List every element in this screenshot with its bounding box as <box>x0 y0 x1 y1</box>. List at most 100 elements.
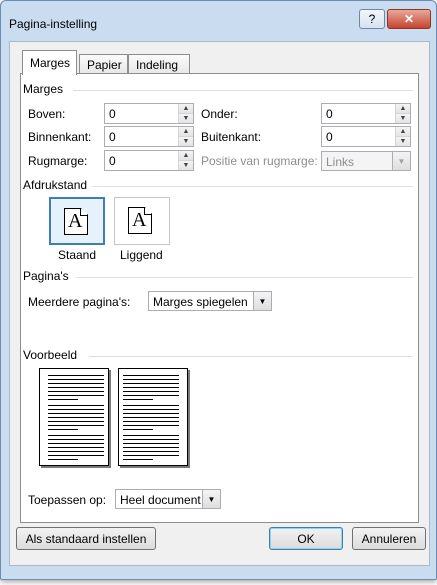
label-outside: Buitenkant: <box>201 130 262 144</box>
preview-text-line <box>123 459 153 460</box>
help-icon: ? <box>368 12 376 26</box>
outside-margin-spinner[interactable]: 0 ▲ ▼ <box>321 126 411 147</box>
preview-text-line <box>48 439 104 440</box>
tab-label: Indeling <box>136 57 179 72</box>
separator <box>77 277 413 278</box>
preview-text-line <box>48 391 104 392</box>
preview-text-line <box>48 455 104 456</box>
preview-text-line <box>123 425 179 426</box>
spin-up-icon[interactable]: ▲ <box>396 104 410 114</box>
preview-text-line <box>48 429 78 430</box>
inside-margin-value[interactable]: 0 <box>109 130 116 144</box>
preview-text-line <box>123 387 179 388</box>
gutter-position-value: Links <box>326 155 355 169</box>
preview-text-line <box>123 435 179 436</box>
tab-label: Marges <box>30 56 71 70</box>
landscape-option[interactable]: A <box>114 197 170 245</box>
apply-to-value: Heel document <box>120 493 201 507</box>
cancel-button[interactable]: Annuleren <box>352 527 426 550</box>
portrait-label[interactable]: Staand <box>58 248 96 262</box>
preview-text-line <box>123 447 179 448</box>
top-margin-value[interactable]: 0 <box>109 107 116 121</box>
tab-marges[interactable]: Marges <box>22 50 77 75</box>
preview-text-line <box>123 439 179 440</box>
window-title: Pagina-instelling <box>9 17 98 31</box>
page-setup-dialog: Pagina-instelling ? ✕ Marges Papier Inde… <box>0 0 437 580</box>
set-as-default-button[interactable]: Als standaard instellen <box>16 527 156 550</box>
separator <box>93 186 413 187</box>
landscape-label[interactable]: Liggend <box>120 248 163 262</box>
preview-text-line <box>123 409 179 410</box>
spin-up-icon[interactable]: ▲ <box>179 104 193 114</box>
preview-text-line <box>48 421 104 422</box>
preview-text-line <box>123 429 153 430</box>
separator <box>89 356 413 357</box>
preview-text-line <box>48 409 104 410</box>
tab-indeling[interactable]: Indeling <box>128 54 190 74</box>
top-margin-spinner[interactable]: 0 ▲ ▼ <box>104 103 194 124</box>
ok-button[interactable]: OK <box>269 527 343 550</box>
inside-margin-spinner[interactable]: 0 ▲ ▼ <box>104 126 194 147</box>
tab-papier[interactable]: Papier <box>79 54 128 74</box>
multiple-pages-dropdown[interactable]: Marges spiegelen ▼ <box>148 291 272 311</box>
button-label: Annuleren <box>361 531 417 546</box>
preview-text-line <box>48 459 78 460</box>
gutter-value[interactable]: 0 <box>109 154 116 168</box>
preview-text-line <box>48 387 104 388</box>
bottom-margin-spinner[interactable]: 0 ▲ ▼ <box>321 103 411 124</box>
title-bar: Pagina-instelling ? ✕ <box>1 1 436 35</box>
preview-text-line <box>48 447 104 448</box>
button-label: Als standaard instellen <box>25 531 147 546</box>
tab-label: Papier <box>87 57 122 72</box>
dialog-client-area: Marges Papier Indeling Marges Boven: 0 ▲… <box>9 41 430 566</box>
spin-down-icon[interactable]: ▼ <box>179 114 193 123</box>
tab-panel-marges: Marges Boven: 0 ▲ ▼ Binnenkant: 0 ▲ ▼ Rugm… <box>20 73 419 523</box>
section-heading-preview: Voorbeeld <box>23 348 78 362</box>
preview-text-line <box>48 395 104 396</box>
preview-text-line <box>123 375 179 376</box>
preview-page-right <box>118 368 188 466</box>
portrait-option[interactable]: A <box>49 197 105 245</box>
preview-text-line <box>48 379 104 380</box>
preview-text-line <box>123 417 179 418</box>
label-inside: Binnenkant: <box>28 130 92 144</box>
preview-text-line <box>48 405 104 406</box>
multiple-pages-value: Marges spiegelen <box>153 295 248 309</box>
preview-text-line <box>123 421 179 422</box>
spin-up-icon[interactable]: ▲ <box>396 127 410 137</box>
spin-down-icon[interactable]: ▼ <box>396 114 410 123</box>
bottom-margin-value[interactable]: 0 <box>326 107 333 121</box>
spin-down-icon[interactable]: ▼ <box>179 137 193 146</box>
preview-text-line <box>48 435 104 436</box>
gutter-spinner[interactable]: 0 ▲ ▼ <box>104 150 194 171</box>
spin-down-icon[interactable]: ▼ <box>179 161 193 170</box>
spin-down-icon[interactable]: ▼ <box>396 137 410 146</box>
page-fold <box>80 208 88 216</box>
apply-to-dropdown[interactable]: Heel document ▼ <box>115 489 221 509</box>
help-button[interactable]: ? <box>359 9 385 29</box>
section-heading-marges: Marges <box>23 82 64 96</box>
gutter-position-dropdown[interactable]: Links ▼ <box>321 151 411 171</box>
close-icon: ✕ <box>403 12 415 26</box>
outside-margin-value[interactable]: 0 <box>326 130 333 144</box>
spin-up-icon[interactable]: ▲ <box>179 151 193 161</box>
chevron-down-icon[interactable]: ▼ <box>253 292 271 310</box>
chevron-down-icon[interactable]: ▼ <box>392 152 410 170</box>
preview-text-line <box>48 383 104 384</box>
preview-text-line <box>48 443 104 444</box>
spin-up-icon[interactable]: ▲ <box>179 127 193 137</box>
preview-text-line <box>123 399 153 400</box>
section-heading-pages: Pagina's <box>23 269 69 283</box>
label-bottom: Onder: <box>201 107 238 121</box>
close-button[interactable]: ✕ <box>387 9 431 29</box>
preview-text-line <box>123 413 179 414</box>
section-heading-orientation: Afdrukstand <box>23 178 88 192</box>
preview-text-line <box>123 451 179 452</box>
chevron-down-icon[interactable]: ▼ <box>202 490 220 508</box>
preview-text-line <box>48 451 104 452</box>
preview-text-line <box>48 399 78 400</box>
preview-text-line <box>123 405 179 406</box>
preview-text-line <box>48 425 104 426</box>
preview-text-line <box>48 413 104 414</box>
label-top: Boven: <box>28 107 66 121</box>
